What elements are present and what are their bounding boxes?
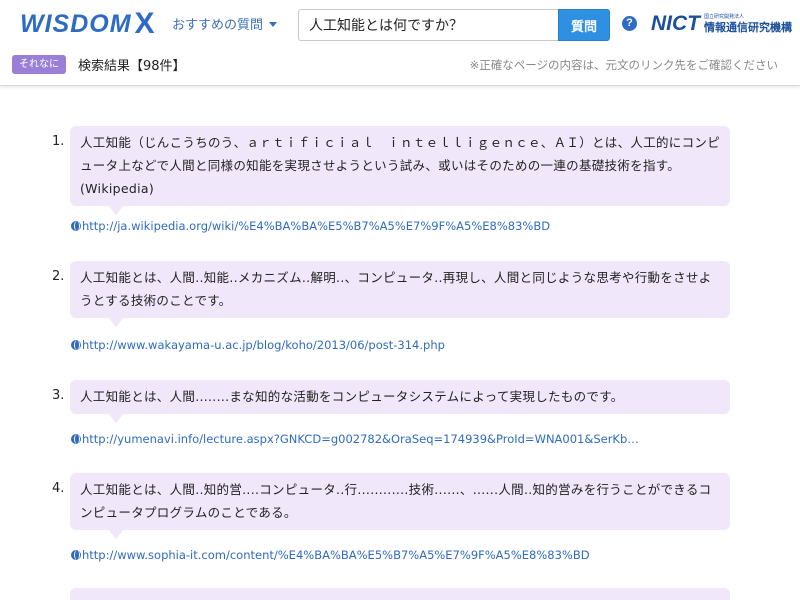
- results-list: 1. 人工知能（じんこうちのう、ａｒｔｉｆｉｃｉａｌ ｉｎｔｅｌｌｉｇｅｎｃｅ、…: [0, 86, 800, 600]
- recommended-questions-dropdown[interactable]: おすすめの質問: [172, 14, 278, 33]
- caret-down-icon: [269, 22, 278, 27]
- result-bubble: 人工知能とは、人間..知的営....コンピュータ..行............技…: [70, 473, 730, 539]
- logo-text: WISDOM: [20, 9, 132, 38]
- result-bubble: 人工知能とは、人間........まな知的な活動をコンピュータシステムによって実…: [70, 380, 730, 423]
- result-bubble: 人工知能（じんこうちのう、ａｒｔｉｆｉｃｉａｌ ｉｎｔｅｌｌｉｇｅｎｃｅ、ＡＩ）…: [70, 126, 730, 215]
- globe-icon: [71, 221, 81, 231]
- result-bubble: [70, 588, 730, 600]
- result-link[interactable]: http://www.sophia-it.com/content/%E4%BA%…: [71, 548, 590, 562]
- globe-icon: [71, 340, 81, 350]
- result-bubble: 人工知能とは、人間..知能..メカニズム..解明..、コンピュータ..再現し、人…: [70, 261, 730, 327]
- result-url[interactable]: http://www.wakayama-u.ac.jp/blog/koho/20…: [82, 338, 445, 352]
- search-input[interactable]: [298, 9, 559, 41]
- result-number: 3.: [52, 388, 65, 403]
- result-bar: それなに 検索結果【98件】 ※正確なページの内容は、元文のリンク先をご確認くだ…: [0, 50, 800, 78]
- nict-names: 国立研究開発法人 情報通信研究機構: [704, 14, 792, 34]
- wisdom-x-logo[interactable]: WISDOM X: [20, 9, 155, 39]
- result-url[interactable]: http://ja.wikipedia.org/wiki/%E4%BA%BA%E…: [82, 219, 550, 233]
- result-count: 検索結果【98件】: [78, 59, 186, 74]
- ask-button[interactable]: 質問: [558, 9, 610, 41]
- header: WISDOM X おすすめの質問 質問 ? NICT 国立研究開発法人 情報通信…: [0, 0, 800, 86]
- nict-subtitle: 国立研究開発法人: [704, 14, 745, 20]
- result-number: 4.: [52, 481, 65, 496]
- logo-x: X: [134, 7, 155, 40]
- result-link[interactable]: http://ja.wikipedia.org/wiki/%E4%BA%BA%E…: [71, 219, 550, 233]
- accuracy-notice: ※正確なページの内容は、元文のリンク先をご確認ください: [469, 58, 778, 72]
- recommended-questions-label: おすすめの質問: [172, 18, 264, 33]
- result-link[interactable]: http://www.wakayama-u.ac.jp/blog/koho/20…: [71, 338, 445, 352]
- nict-logo[interactable]: NICT 国立研究開発法人 情報通信研究機構: [651, 12, 792, 36]
- nict-name: 情報通信研究機構: [704, 21, 792, 34]
- result-url[interactable]: http://yumenavi.info/lecture.aspx?GNKCD=…: [82, 432, 639, 446]
- globe-icon: [71, 434, 81, 444]
- nict-mark: NICT: [651, 12, 700, 35]
- top-bar: WISDOM X おすすめの質問 質問 ? NICT 国立研究開発法人 情報通信…: [0, 0, 800, 50]
- result-link[interactable]: http://yumenavi.info/lecture.aspx?GNKCD=…: [71, 432, 639, 446]
- result-number: 1.: [52, 134, 65, 149]
- sorenani-badge[interactable]: それなに: [12, 55, 66, 74]
- help-icon[interactable]: ?: [622, 16, 637, 31]
- result-url[interactable]: http://www.sophia-it.com/content/%E4%BA%…: [82, 548, 590, 562]
- result-number: 2.: [52, 269, 65, 284]
- globe-icon: [71, 550, 81, 560]
